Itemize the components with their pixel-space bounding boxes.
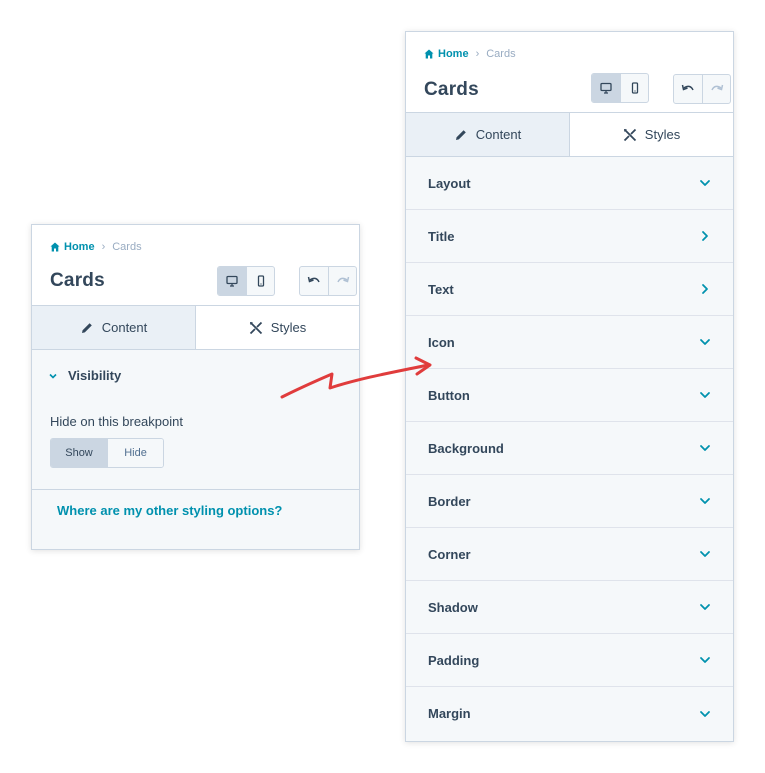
- breadcrumb-home[interactable]: Home: [424, 48, 469, 60]
- visibility-section: Visibility Hide on this breakpoint Show …: [32, 350, 359, 490]
- history-controls: [673, 74, 731, 104]
- pencil-icon: [455, 129, 466, 140]
- desktop-icon: [226, 275, 238, 287]
- chevron-down-icon: [700, 339, 710, 345]
- section-label: Title: [428, 228, 455, 244]
- breadcrumb: Home › Cards: [424, 48, 516, 60]
- chevron-down-icon: [700, 445, 710, 451]
- panel-tabs: Content Styles: [32, 305, 359, 350]
- chevron-down-icon: [700, 657, 710, 663]
- section-label: Margin: [428, 706, 471, 721]
- section-margin[interactable]: Margin: [406, 687, 733, 740]
- tab-styles[interactable]: Styles: [570, 113, 733, 156]
- visibility-toggle[interactable]: Visibility: [48, 368, 121, 383]
- brush-icon: [249, 321, 262, 334]
- tab-styles-label: Styles: [270, 320, 307, 335]
- section-label: Background: [428, 440, 504, 456]
- section-layout[interactable]: Layout: [406, 157, 733, 210]
- section-label: Padding: [428, 652, 480, 668]
- section-border[interactable]: Border: [406, 475, 733, 528]
- breadcrumb-separator-icon: ›: [101, 241, 106, 253]
- page-title: Cards: [50, 270, 105, 291]
- section-shadow[interactable]: Shadow: [406, 581, 733, 634]
- redo-icon: [710, 84, 723, 91]
- panel-header: Home › Cards Cards: [406, 32, 733, 113]
- chevron-down-icon: [49, 373, 57, 379]
- section-label: Border: [428, 493, 471, 509]
- undo-button[interactable]: [300, 267, 328, 295]
- undo-icon: [307, 276, 320, 283]
- brush-icon: [623, 128, 636, 141]
- tab-content[interactable]: Content: [32, 306, 196, 349]
- chevron-right-icon: [702, 231, 708, 241]
- chevron-down-icon: [700, 180, 710, 186]
- chevron-down-icon: [700, 604, 710, 610]
- other-styling-options-link[interactable]: Where are my other styling options?: [57, 503, 282, 518]
- tab-content[interactable]: Content: [406, 113, 570, 156]
- page-title: Cards: [424, 79, 479, 100]
- desktop-icon: [600, 82, 612, 94]
- chevron-down-icon: [700, 710, 710, 717]
- styles-panel-before: Home › Cards Cards Content Styles Visibi…: [31, 224, 360, 550]
- tab-styles-label: Styles: [644, 127, 681, 142]
- redo-button[interactable]: [702, 75, 730, 103]
- breadcrumb-separator-icon: ›: [475, 48, 480, 60]
- undo-button[interactable]: [674, 75, 702, 103]
- mobile-icon: [257, 275, 264, 287]
- section-icon[interactable]: Icon: [406, 316, 733, 369]
- section-label: Corner: [428, 546, 471, 562]
- device-toggle: [591, 73, 649, 103]
- style-sections: Layout Title Text Icon Button Background Borde…: [406, 157, 733, 740]
- desktop-view-button[interactable]: [592, 74, 620, 102]
- undo-icon: [681, 84, 694, 91]
- breadcrumb-home[interactable]: Home: [50, 241, 95, 253]
- breadcrumb-current: Cards: [486, 48, 516, 60]
- mobile-view-button[interactable]: [620, 74, 648, 102]
- home-icon: [424, 49, 434, 59]
- section-button[interactable]: Button: [406, 369, 733, 422]
- home-icon: [50, 242, 60, 252]
- panel-tabs: Content Styles: [406, 113, 733, 157]
- device-toggle: [217, 266, 275, 296]
- section-text[interactable]: Text: [406, 263, 733, 316]
- show-button[interactable]: Show: [51, 439, 107, 467]
- panel-header: Home › Cards Cards: [32, 225, 359, 305]
- show-hide-toggle: Show Hide: [50, 438, 164, 468]
- desktop-view-button[interactable]: [218, 267, 246, 295]
- hide-breakpoint-label: Hide on this breakpoint: [50, 414, 183, 429]
- chevron-down-icon: [700, 551, 710, 557]
- breadcrumb-home-label: Home: [438, 48, 469, 60]
- pencil-icon: [81, 322, 92, 333]
- tab-content-label: Content: [475, 127, 522, 142]
- redo-button[interactable]: [328, 267, 356, 295]
- styles-panel-after: Home › Cards Cards Content Styles Layout…: [405, 31, 734, 742]
- section-title[interactable]: Title: [406, 210, 733, 263]
- history-controls: [299, 266, 357, 296]
- tab-styles[interactable]: Styles: [196, 306, 359, 349]
- chevron-right-icon: [702, 284, 708, 294]
- breadcrumb-home-label: Home: [64, 241, 95, 253]
- tab-content-label: Content: [101, 320, 148, 335]
- section-label: Icon: [428, 334, 455, 350]
- section-background[interactable]: Background: [406, 422, 733, 475]
- section-padding[interactable]: Padding: [406, 634, 733, 687]
- section-label: Text: [428, 281, 454, 297]
- hide-button[interactable]: Hide: [107, 439, 163, 467]
- mobile-view-button[interactable]: [246, 267, 274, 295]
- mobile-icon: [631, 82, 638, 94]
- section-label: Shadow: [428, 599, 478, 615]
- breadcrumb-current: Cards: [112, 241, 142, 253]
- redo-icon: [336, 276, 349, 283]
- chevron-down-icon: [700, 392, 710, 398]
- visibility-label: Visibility: [68, 368, 122, 383]
- section-label: Button: [428, 387, 470, 403]
- breadcrumb: Home › Cards: [50, 241, 142, 253]
- chevron-down-icon: [700, 498, 710, 504]
- section-corner[interactable]: Corner: [406, 528, 733, 581]
- section-label: Layout: [428, 175, 471, 191]
